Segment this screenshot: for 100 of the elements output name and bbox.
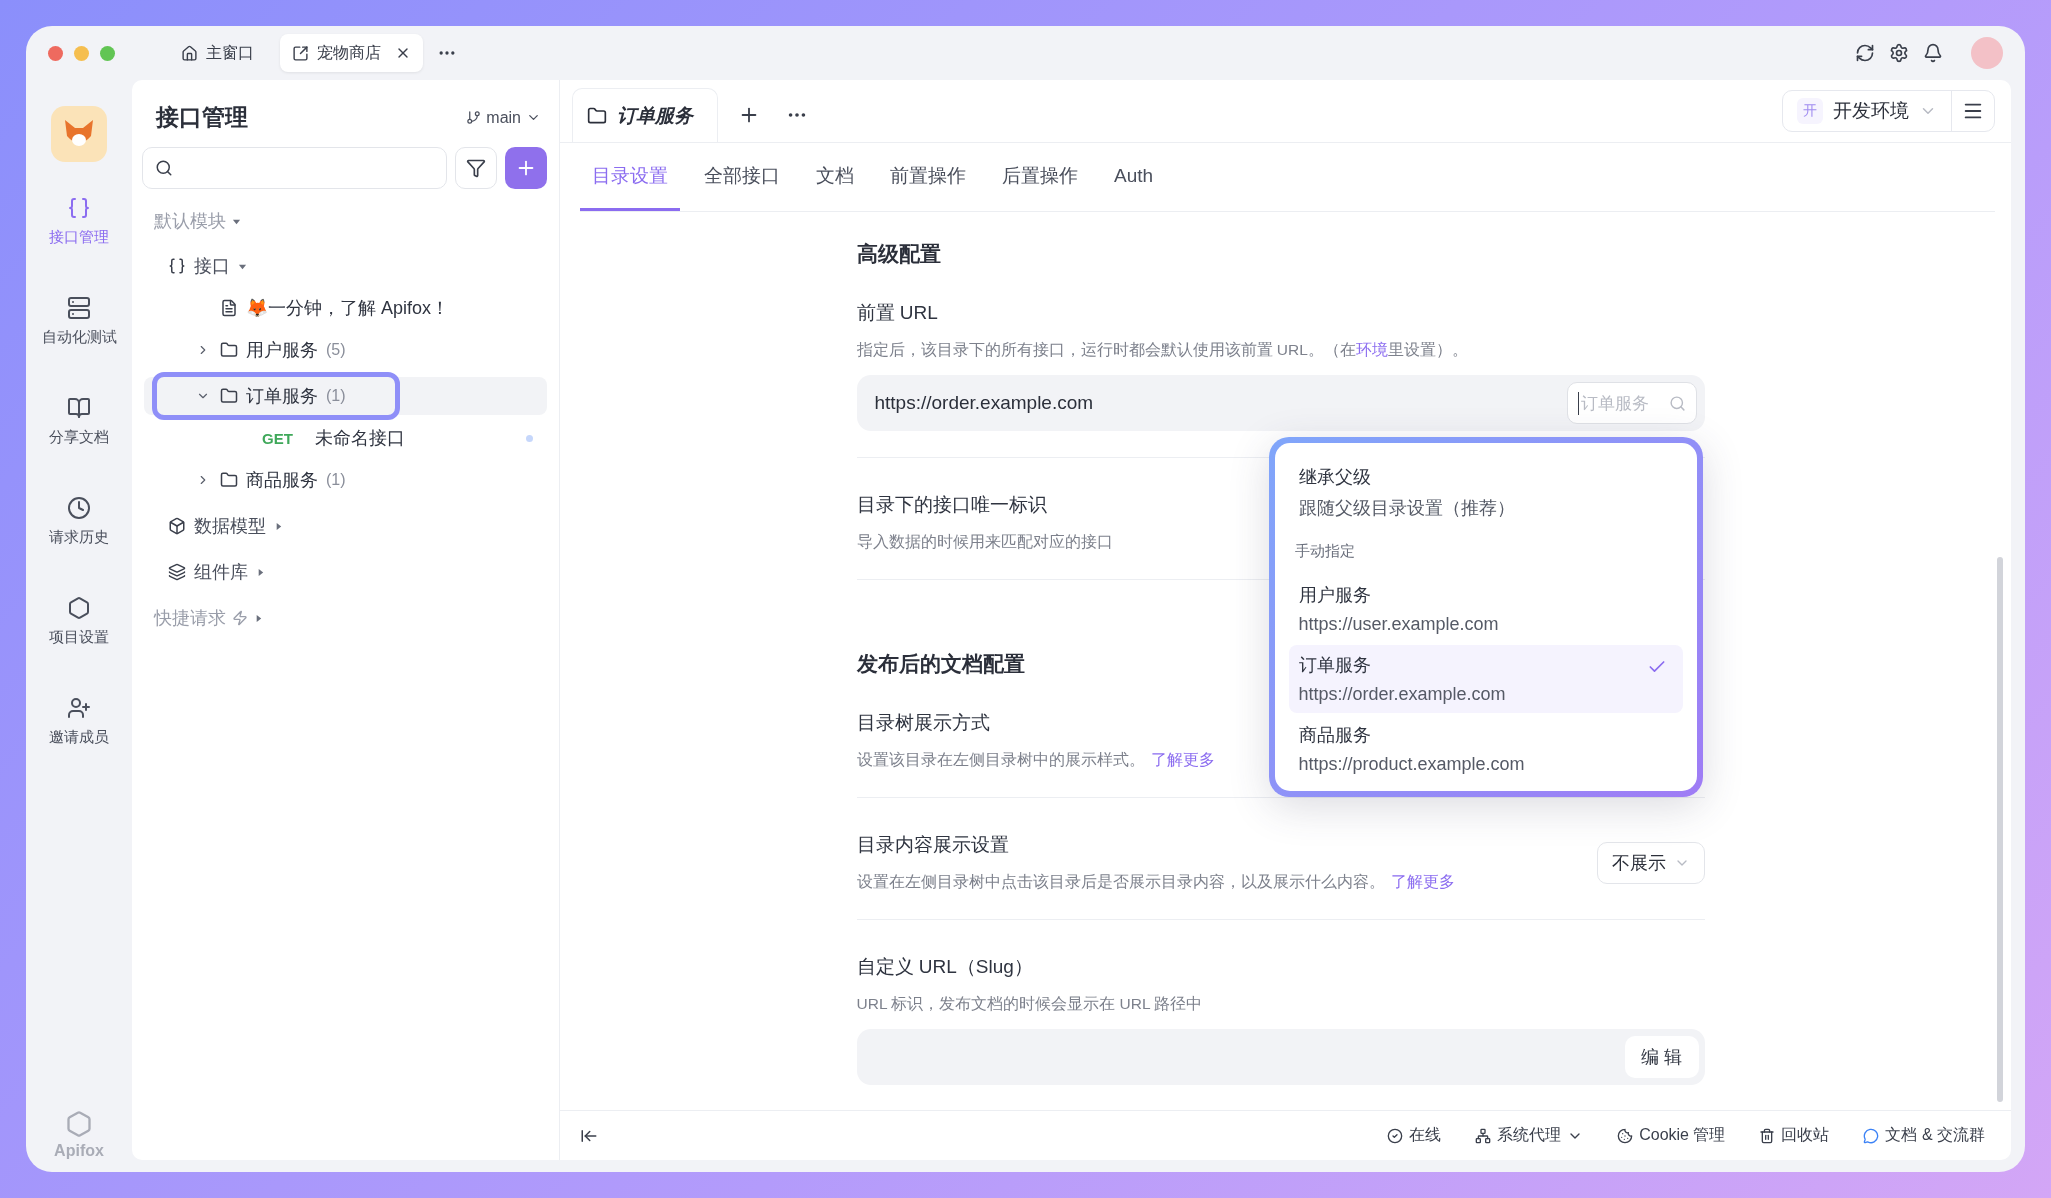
nav-label: 接口管理 (49, 228, 109, 247)
tree-group[interactable]: 数据模型 (132, 503, 559, 549)
dropdown-option[interactable]: 商品服务 https://product.example.com (1288, 715, 1683, 783)
refresh-icon[interactable] (1855, 43, 1875, 63)
environment-badge: 开 (1797, 98, 1823, 124)
nav-label: 自动化测试 (41, 328, 117, 347)
field-description: 设置该目录在左侧目录树中的展示样式。 了解更多 (856, 750, 1215, 770)
tree-group-label: 组件库 (194, 561, 248, 584)
server-icon (67, 296, 91, 320)
tree-group-label: 接口 (194, 255, 230, 278)
settings-icon[interactable] (1889, 43, 1909, 63)
user-plus-icon (67, 696, 91, 720)
field-label: 目录下的接口唯一标识 (856, 493, 1047, 517)
nav-item[interactable]: 邀请成员 (49, 690, 109, 790)
window-tab[interactable]: 主窗口 (169, 34, 266, 72)
tree-item-label: 未命名接口 (314, 427, 405, 450)
status-label: 在线 (1409, 1125, 1442, 1145)
slug-field[interactable]: 编 辑 (856, 1029, 1705, 1085)
tree-folder[interactable]: 订单服务 (1) (144, 377, 547, 415)
status-item[interactable]: 在线 (1387, 1125, 1442, 1146)
braces-icon (67, 196, 91, 220)
section-heading: 高级配置 (856, 241, 941, 267)
tab[interactable]: 前置操作 (878, 143, 978, 211)
tree-item[interactable]: GET 未命名接口 (144, 419, 547, 457)
status-item[interactable]: Cookie 管理 (1617, 1125, 1726, 1146)
branch-label: main (486, 108, 521, 127)
status-item[interactable]: 回收站 (1759, 1125, 1830, 1146)
nav-label: 请求历史 (49, 528, 109, 547)
tab[interactable]: Auth (1102, 143, 1166, 211)
folder-label: 订单服务 (246, 385, 318, 408)
dropdown-option[interactable]: 订单服务 https://order.example.com (1288, 645, 1683, 713)
item-count: (1) (326, 471, 346, 489)
status-item[interactable]: 文档 & 交流群 (1863, 1125, 1985, 1146)
environment-link[interactable]: 环境 (1355, 341, 1388, 358)
field-description: 指定后，该目录下的所有接口，运行时都会默认使用该前置 URL。（在环境里设置）。 (856, 340, 1468, 360)
status-label: 文档 & 交流群 (1885, 1125, 1985, 1145)
url-value: https://order.example.com (874, 392, 1095, 414)
book-icon (67, 396, 91, 420)
logo-icon (51, 106, 107, 162)
document-tab-label: 订单服务 (617, 103, 693, 128)
learn-more-link[interactable]: 了解更多 (1390, 873, 1455, 890)
nav-item[interactable]: 分享文档 (49, 390, 109, 490)
cookie-icon (1617, 1127, 1634, 1144)
nav-item[interactable]: 项目设置 (49, 590, 109, 690)
tab[interactable]: 文档 (804, 143, 866, 211)
learn-more-link[interactable]: 了解更多 (1150, 751, 1215, 768)
field-label: 前置 URL (856, 301, 938, 325)
document-tab[interactable]: 订单服务 (572, 88, 718, 142)
tab[interactable]: 后置操作 (990, 143, 1090, 211)
add-button[interactable] (505, 147, 547, 189)
braces-icon (168, 257, 186, 275)
branch-selector[interactable]: main (466, 108, 541, 127)
status-label: 系统代理 (1497, 1125, 1562, 1145)
dropdown-option[interactable]: 继承父级 跟随父级目录设置（推荐） (1288, 457, 1683, 528)
external-link-icon (292, 44, 309, 62)
tab-label: 主窗口 (206, 42, 254, 63)
method-label: GET (262, 429, 293, 447)
chat-icon (1863, 1127, 1880, 1144)
tree-group[interactable]: 组件库 (132, 549, 559, 595)
tree-folder[interactable]: 商品服务 (1) (144, 461, 547, 499)
item-count: (1) (326, 387, 346, 405)
bell-icon[interactable] (1923, 43, 1943, 63)
nav-item[interactable]: 接口管理 (49, 190, 109, 290)
group-label: 手动指定 (1293, 541, 1356, 561)
dropdown-option[interactable]: 用户服务 https://user.example.com (1288, 575, 1683, 643)
display-select[interactable]: 不展示 (1596, 841, 1705, 884)
field-description: URL 标识，发布文档的时候会显示在 URL 路径中 (856, 994, 1203, 1014)
nav-item[interactable]: 自动化测试 (41, 290, 117, 390)
nav-label: 邀请成员 (49, 728, 109, 747)
edit-button[interactable]: 编 辑 (1625, 1036, 1699, 1078)
close-button[interactable] (48, 45, 63, 61)
folder-icon (220, 387, 238, 405)
status-item[interactable]: 系统代理 (1475, 1125, 1584, 1146)
nav-item[interactable]: 请求历史 (49, 490, 109, 590)
quick-request-label: 快捷请求 (154, 607, 226, 630)
folder-icon (220, 471, 238, 489)
field-label: 目录树展示方式 (856, 711, 990, 735)
sidebar-title: 接口管理 (156, 103, 248, 132)
search-field[interactable] (142, 147, 447, 189)
tree-item-label: 🦊一分钟，了解 Apifox！ (246, 297, 450, 320)
nav-label: 项目设置 (49, 628, 109, 647)
search-placeholder: 订单服务 (1577, 391, 1665, 415)
tab[interactable]: 目录设置 (580, 143, 680, 211)
scrollbar-thumb[interactable] (1997, 557, 2003, 1102)
url-field[interactable]: https://order.example.com 订单服务 (856, 375, 1705, 431)
tree-folder[interactable]: 用户服务 (5) (144, 331, 547, 369)
brand-icon (65, 1110, 93, 1138)
field-description: 导入数据的时候用来匹配对应的接口 (856, 532, 1113, 552)
filter-button[interactable] (455, 147, 497, 189)
tree-group[interactable]: 接口 (132, 243, 559, 289)
tab[interactable]: 全部接口 (692, 143, 792, 211)
check-circle-icon (1387, 1127, 1404, 1144)
folder-label: 商品服务 (246, 469, 318, 492)
tree-group-label: 数据模型 (194, 515, 266, 538)
section-heading: 发布后的文档配置 (856, 651, 1025, 677)
tree-item[interactable]: 🦊一分钟，了解 Apifox！ (144, 289, 547, 327)
window-tab[interactable]: 宠物商店 (280, 34, 423, 72)
filter-icon (466, 158, 486, 178)
field-label: 自定义 URL（Slug） (856, 955, 1033, 979)
field-description: 设置在左侧目录树中点击该目录后是否展示目录内容，以及展示什么内容。 了解更多 (856, 872, 1455, 892)
